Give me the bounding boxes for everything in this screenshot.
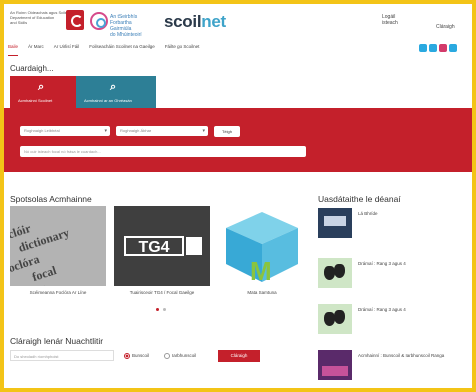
primary-radio-label: Bunscoil bbox=[132, 353, 150, 358]
update-item[interactable]: Acmhainní : Bunscoil & Iarbhunscoil Rang… bbox=[318, 350, 466, 380]
secondary-radio-label: Iarbhunscoil bbox=[172, 353, 197, 358]
pdst-logo[interactable]: An tSeirbhís Forbartha Gairmiúla do Mhúi… bbox=[90, 12, 154, 38]
search-icon: ⌕ bbox=[38, 81, 45, 93]
newsletter-register-button[interactable]: Cláraigh bbox=[218, 350, 260, 362]
nav-item-home[interactable]: Baile bbox=[8, 44, 19, 56]
page-frame: An Roinn Oideachais agus Scileanna Depar… bbox=[4, 4, 472, 388]
cube-m-logo: M bbox=[226, 212, 298, 286]
search-title: Cuardaigh... bbox=[10, 64, 54, 73]
register-link[interactable]: Cláraigh bbox=[436, 24, 455, 30]
carousel-dot[interactable] bbox=[156, 308, 159, 311]
vimeo-icon[interactable] bbox=[449, 44, 457, 52]
update-item[interactable]: Lá Bhríde bbox=[318, 208, 466, 238]
carousel-dots bbox=[156, 308, 166, 311]
drama-masks-icon bbox=[318, 304, 352, 334]
email-field[interactable]: Do sheoladh ríomhphoist bbox=[10, 350, 114, 361]
tab-web-resources[interactable]: ⌕ Acmhainní ar an Ghréasán bbox=[76, 76, 156, 108]
tg4-logo: TG4 bbox=[124, 236, 184, 256]
newsletter-title: Cláraigh lenár Nuachtlitir bbox=[10, 336, 104, 346]
spotlight-thumb-tg4[interactable]: TG4 bbox=[114, 206, 210, 286]
nav-item-tools[interactable]: Ar Uirlisí Fáil bbox=[54, 44, 80, 56]
search-panel: Roghnaigh Leibhéal Roghnaigh Ábhar Téigh… bbox=[4, 108, 472, 172]
main-nav: Baile Ár Marc Ar Uirlisí Fáil Foilseachá… bbox=[8, 44, 199, 56]
spotlight-caption[interactable]: Mata Samtuna bbox=[220, 290, 304, 295]
spotlight-caption[interactable]: Scéimeanna Foclóra Ar Líne bbox=[10, 290, 106, 295]
svg-text:M: M bbox=[250, 256, 272, 286]
instagram-icon[interactable] bbox=[439, 44, 447, 52]
drama-masks-icon bbox=[318, 258, 352, 288]
spotlight-thumb-maths[interactable]: M bbox=[220, 206, 304, 286]
nav-item-ar-marc[interactable]: Ár Marc bbox=[28, 44, 44, 56]
scoilnet-logo[interactable]: scoilnet bbox=[164, 12, 226, 32]
search-button[interactable]: Téigh bbox=[214, 126, 240, 137]
pdst-circle-icon bbox=[90, 12, 108, 30]
twitter-icon[interactable] bbox=[429, 44, 437, 52]
spotlight-title: Spotsolas Acmhainne bbox=[10, 194, 92, 204]
spotlight-thumb-dictionary[interactable]: foclóir dictionary foclóra focal foclóir bbox=[10, 206, 106, 286]
newspaper-image: foclóir dictionary foclóra focal foclóir bbox=[10, 206, 106, 286]
updates-title: Uasdátaithe le déanaí bbox=[318, 194, 401, 204]
social-links bbox=[419, 44, 457, 52]
primary-radio[interactable] bbox=[124, 353, 130, 359]
graduation-cap-icon bbox=[186, 237, 202, 255]
update-thumb bbox=[318, 208, 352, 238]
level-select[interactable]: Roghnaigh Leibhéal bbox=[20, 126, 110, 136]
carousel-dot[interactable] bbox=[163, 308, 166, 311]
nav-item-publications[interactable]: Foilseacháin Scoilnet na Gaeilge bbox=[89, 44, 155, 56]
twitter-icon[interactable] bbox=[419, 44, 427, 52]
secondary-radio[interactable] bbox=[164, 353, 170, 359]
department-logo[interactable]: An Roinn Oideachais agus Scileanna Depar… bbox=[10, 10, 76, 32]
spotlight-caption[interactable]: Tuairisceoir TG4 / Focal Gaeilge bbox=[114, 290, 210, 295]
login-link[interactable]: Logáil isteach bbox=[382, 14, 404, 26]
update-thumb bbox=[318, 350, 352, 380]
freetext-search-input[interactable]: Nó cuir isteach focal nó frása le cuarda… bbox=[20, 146, 306, 157]
nav-item-welcome[interactable]: Fáilte go Scoilnet bbox=[165, 44, 200, 56]
subject-select[interactable]: Roghnaigh Ábhar bbox=[116, 126, 208, 136]
tab-scoilnet-resources[interactable]: ⌕ Acmhainní Scoilnet bbox=[10, 76, 76, 108]
update-item[interactable]: Drámaí : Rang 3 agus 4 bbox=[318, 304, 466, 334]
search-icon: ⌕ bbox=[110, 81, 117, 93]
department-crest-icon bbox=[66, 10, 84, 30]
update-item[interactable]: Drámaí : Rang 3 agus 4 bbox=[318, 258, 466, 288]
